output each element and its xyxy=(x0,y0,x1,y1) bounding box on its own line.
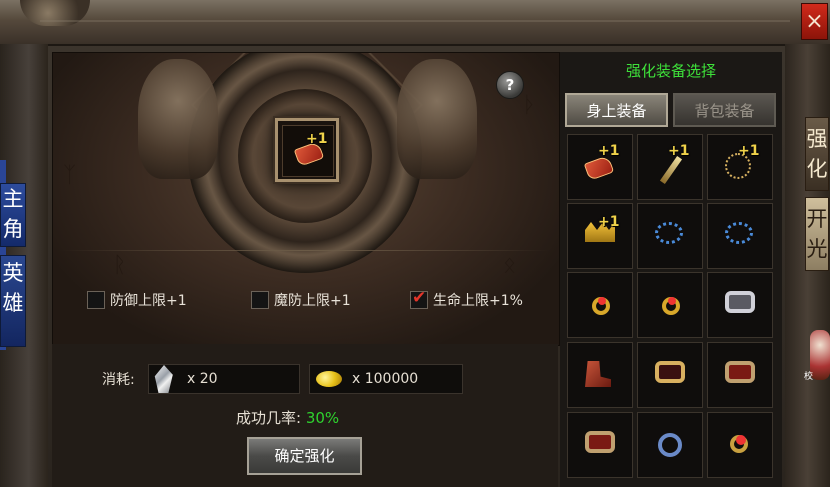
crystal-cost: x 20 xyxy=(148,364,300,394)
enhance-level: +1 xyxy=(668,143,690,159)
equip-panel-title: 强化装备选择 xyxy=(625,62,716,80)
ruby-ring-icon xyxy=(730,435,748,453)
title-bar xyxy=(0,0,830,46)
equip-slot[interactable]: +1 xyxy=(637,134,703,200)
enhance-target-slot[interactable]: +1 xyxy=(275,118,339,182)
silver-bracer-icon xyxy=(725,291,755,313)
cost-label: 消耗: xyxy=(102,372,135,388)
ring-icon xyxy=(662,297,680,315)
boots-icon xyxy=(585,361,611,387)
gold-qty: x 100000 xyxy=(352,371,419,387)
tab-hero[interactable]: 英雄 xyxy=(0,255,26,347)
bead-necklace-icon xyxy=(725,222,753,244)
equip-slot[interactable] xyxy=(567,412,633,478)
enhance-level: +1 xyxy=(306,131,328,147)
equip-slot[interactable]: +1 xyxy=(707,134,773,200)
bead-necklace-icon xyxy=(655,222,683,244)
gold-icon xyxy=(316,371,342,387)
tab-main-character[interactable]: 主角 xyxy=(0,183,26,247)
amulet-icon xyxy=(655,361,685,383)
attr-label: 魔防上限+1 xyxy=(274,293,351,309)
equip-slot[interactable] xyxy=(707,203,773,269)
tab-enhance[interactable]: 强化 xyxy=(805,117,829,191)
rune-glyph: ᛟ xyxy=(503,253,517,278)
success-label: 成功几率: xyxy=(236,409,302,427)
equip-slot[interactable] xyxy=(707,342,773,408)
npc-label: 校 xyxy=(804,372,814,382)
attr-label: 防御上限+1 xyxy=(110,293,187,309)
orb-icon xyxy=(658,433,682,457)
success-value: 30% xyxy=(305,409,340,427)
enhance-level: +1 xyxy=(738,143,760,159)
success-rate: 成功几率: 30% xyxy=(236,407,339,428)
attr-defense[interactable]: 防御上限+1 xyxy=(87,290,187,310)
attr-magic-defense[interactable]: 魔防上限+1 xyxy=(251,290,351,310)
bracer-icon xyxy=(725,361,755,383)
enhance-level: +1 xyxy=(598,214,620,230)
divider xyxy=(60,250,550,251)
gold-cost: x 100000 xyxy=(309,364,463,394)
tab-consecrate[interactable]: 开光 xyxy=(805,197,829,271)
equip-slot[interactable] xyxy=(637,412,703,478)
equip-slot[interactable]: +1 xyxy=(567,134,633,200)
checkbox[interactable] xyxy=(251,291,269,309)
close-button[interactable]: × xyxy=(801,3,828,40)
rune-glyph: ᚦ xyxy=(523,93,537,118)
ram-statue-icon xyxy=(138,59,218,179)
equip-slot[interactable] xyxy=(707,412,773,478)
help-button[interactable]: ? xyxy=(496,71,524,99)
equip-slot[interactable] xyxy=(707,272,773,338)
checkbox[interactable] xyxy=(87,291,105,309)
attr-hp[interactable]: 生命上限+1% xyxy=(410,288,523,310)
tab-bag-equipment[interactable]: 背包装备 xyxy=(673,93,776,127)
ornament-icon xyxy=(20,0,90,26)
tab-worn-equipment[interactable]: 身上装备 xyxy=(565,93,668,127)
equip-slot[interactable] xyxy=(567,272,633,338)
equip-slot[interactable] xyxy=(637,272,703,338)
wand-icon xyxy=(659,155,683,185)
crystal-icon xyxy=(154,365,173,393)
bracer-icon xyxy=(585,431,615,453)
rune-glyph: ᚱ xyxy=(113,253,127,278)
equip-slot[interactable] xyxy=(567,342,633,408)
ring-icon xyxy=(592,297,610,315)
equip-slot[interactable] xyxy=(637,203,703,269)
rune-glyph: ᛉ xyxy=(63,163,77,188)
confirm-enhance-button[interactable]: 确定强化 xyxy=(247,437,362,475)
equip-slot[interactable]: +1 xyxy=(567,203,633,269)
equip-slot[interactable] xyxy=(637,342,703,408)
ram-statue-icon xyxy=(397,59,477,179)
checkbox-checked[interactable] xyxy=(410,288,428,309)
attr-label: 生命上限+1% xyxy=(433,293,523,309)
enhance-level: +1 xyxy=(598,143,620,159)
crystal-qty: x 20 xyxy=(187,371,218,387)
